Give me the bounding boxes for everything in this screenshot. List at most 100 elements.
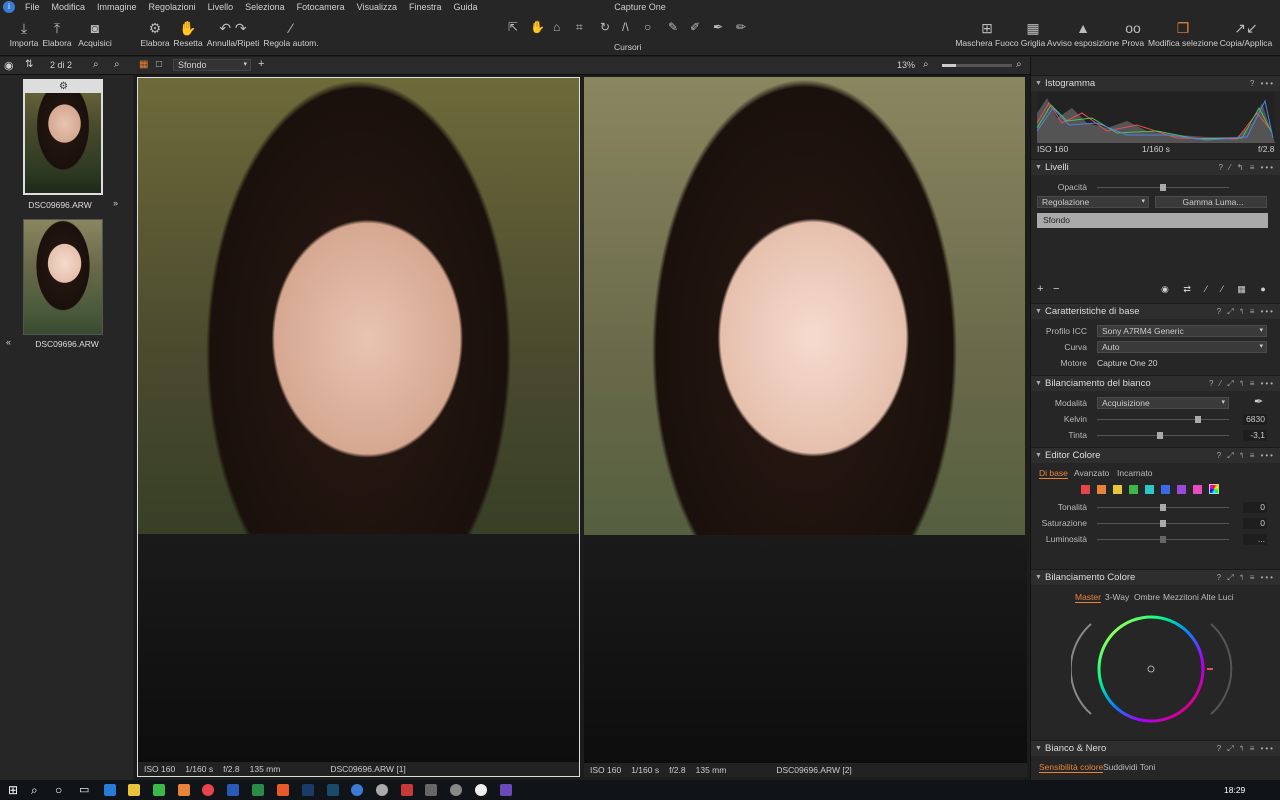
tab-3way[interactable]: 3-Way <box>1105 592 1129 602</box>
slider-knob[interactable] <box>1160 520 1166 527</box>
tab-color-sensitivity[interactable]: Sensibilità colore <box>1039 762 1104 773</box>
tab-midtones[interactable]: Mezzitoni <box>1163 592 1199 602</box>
add-layer-icon[interactable]: + <box>1037 283 1043 295</box>
menu-item-immagine[interactable]: Immagine <box>91 2 143 12</box>
tab-skin[interactable]: Incarnato <box>1117 468 1152 478</box>
add-icon[interactable]: + <box>258 58 264 70</box>
single-view-icon[interactable]: □ <box>156 59 162 70</box>
search-icon[interactable]: ⌕ <box>114 59 120 70</box>
panel-menu-icon[interactable]: ? ••• <box>1250 76 1275 92</box>
panel-menu-icon[interactable]: ? ⤢ ↰ ≡ ••• <box>1217 570 1275 586</box>
brush-cursor-icon[interactable]: ✎ <box>668 20 678 34</box>
tab-highlights[interactable]: Alte Luci <box>1201 592 1234 602</box>
panel-menu-icon[interactable]: ? ⤢ ↰ ≡ ••• <box>1217 741 1275 757</box>
adjustment-select[interactable]: Regolazione ▾ <box>1037 196 1149 208</box>
menu-item-regolazioni[interactable]: Regolazioni <box>143 2 202 12</box>
wb-mode-select[interactable]: Acquisizione ▾ <box>1097 397 1229 409</box>
loupe-cursor-icon[interactable]: ⌂ <box>553 20 560 34</box>
app-icon[interactable] <box>500 784 512 796</box>
saturation-slider[interactable] <box>1097 520 1229 527</box>
slider-knob[interactable] <box>1157 432 1163 439</box>
panel-menu-icon[interactable]: ? ⁄ ↰ ≡ ••• <box>1219 160 1275 176</box>
wb-picker-cursor-icon[interactable]: ✒ <box>713 20 723 34</box>
menu-item-guida[interactable]: Guida <box>448 2 484 12</box>
slider-knob[interactable] <box>1160 184 1166 191</box>
windows-start-icon[interactable]: ⊞ <box>8 783 18 797</box>
pencil-cursor-icon[interactable]: ✐ <box>690 20 700 34</box>
zoom-in-icon[interactable]: ⌕ <box>1016 59 1022 70</box>
tab-advanced[interactable]: Avanzato <box>1074 468 1109 478</box>
variant-select[interactable]: Sfondo ▾ <box>173 59 251 71</box>
black-white-header[interactable]: ▼ Bianco & Nero ? ⤢ ↰ ≡ ••• <box>1031 740 1280 756</box>
app-icon[interactable] <box>401 784 413 796</box>
app-icon[interactable] <box>475 784 487 796</box>
white-balance-header[interactable]: ▼ Bilanciamento del bianco ? ⁄ ⤢ ↰ ≡ ••• <box>1031 375 1280 391</box>
lightroom-icon[interactable] <box>327 784 339 796</box>
thumbnail-1[interactable]: ⚙ <box>23 79 103 195</box>
toolbar-button-copy-apply[interactable]: ↗↙ Copia/Applica <box>1208 18 1280 48</box>
app-icon[interactable] <box>450 784 462 796</box>
multi-view-icon[interactable]: ▦ <box>139 59 148 70</box>
hue-value[interactable]: 0 <box>1243 502 1267 513</box>
app-icon[interactable] <box>277 784 289 796</box>
app-icon[interactable] <box>376 784 388 796</box>
layers-header[interactable]: ▼ Livelli ? ⁄ ↰ ≡ ••• <box>1031 159 1280 175</box>
layer-row[interactable]: Sfondo <box>1037 213 1268 228</box>
rotate-cursor-icon[interactable]: ↻ <box>600 20 610 34</box>
kelvin-slider[interactable] <box>1097 416 1229 423</box>
remove-layer-icon[interactable]: − <box>1053 283 1059 295</box>
slider-knob[interactable] <box>1160 504 1166 511</box>
color-editor-header[interactable]: ▼ Editor Colore ? ⤢ ↰ ≡ ••• <box>1031 447 1280 463</box>
word-icon[interactable] <box>227 784 239 796</box>
menu-item-visualizza[interactable]: Visualizza <box>351 2 403 12</box>
color-swatch[interactable] <box>1113 485 1122 494</box>
viewer-image-1[interactable]: ISO 160 1/160 s f/2.8 135 mm DSC09696.AR… <box>137 77 580 777</box>
cortana-icon[interactable]: ○ <box>55 783 62 797</box>
basic-characteristics-header[interactable]: ▼ Caratteristiche di base ? ⤢ ↰ ≡ ••• <box>1031 303 1280 319</box>
color-swatch[interactable] <box>1081 485 1090 494</box>
zoom-slider[interactable] <box>942 64 1012 67</box>
app-icon[interactable] <box>425 784 437 796</box>
app-icon[interactable] <box>178 784 190 796</box>
explorer-icon[interactable] <box>128 784 140 796</box>
color-swatch[interactable] <box>1193 485 1202 494</box>
annotate-cursor-icon[interactable]: ✏ <box>736 20 746 34</box>
tint-slider[interactable] <box>1097 432 1229 439</box>
toolbar-button-wand[interactable]: ⁄ Regola autom. <box>261 18 321 48</box>
tab-basic[interactable]: Di base <box>1039 468 1068 479</box>
panel-menu-icon[interactable]: ? ⤢ ↰ ≡ ••• <box>1217 448 1275 464</box>
chrome-icon[interactable] <box>202 784 214 796</box>
keystone-cursor-icon[interactable]: /\ <box>622 20 629 34</box>
color-swatch[interactable] <box>1161 485 1170 494</box>
slider-knob[interactable] <box>1160 536 1166 543</box>
select-cursor-icon[interactable]: ⇱ <box>508 20 518 34</box>
gamma-luma-button[interactable]: Gamma Luma... <box>1155 196 1267 208</box>
slider-knob[interactable] <box>1195 416 1201 423</box>
panel-menu-icon[interactable]: ? ⁄ ⤢ ↰ ≡ ••• <box>1209 376 1275 392</box>
app-icon[interactable] <box>153 784 165 796</box>
tab-master[interactable]: Master <box>1075 592 1101 603</box>
menu-item-modifica[interactable]: Modifica <box>46 2 92 12</box>
tint-value[interactable]: -3,1 <box>1243 430 1267 441</box>
spot-cursor-icon[interactable]: ○ <box>644 20 651 34</box>
saturation-value[interactable]: 0 <box>1243 518 1267 529</box>
photoshop-icon[interactable] <box>302 784 314 796</box>
toolbar-button-camera[interactable]: ◙ Acquisici <box>65 18 125 48</box>
eyedropper-icon[interactable]: ✒ <box>1254 395 1263 408</box>
chevron-right-icon[interactable]: » <box>113 198 118 208</box>
task-view-icon[interactable]: ▭ <box>79 783 89 796</box>
icc-profile-select[interactable]: Sony A7RM4 Generic ▾ <box>1097 325 1267 337</box>
opacity-slider[interactable] <box>1097 184 1229 191</box>
eye-icon[interactable]: ◉ <box>4 59 14 72</box>
capture-one-icon[interactable] <box>351 784 363 796</box>
histogram-header[interactable]: ▼ Istogramma ? ••• <box>1031 75 1280 91</box>
color-swatch[interactable] <box>1145 485 1154 494</box>
hue-slider[interactable] <box>1097 504 1229 511</box>
sort-icon[interactable]: ⇅ <box>25 59 33 70</box>
crop-cursor-icon[interactable]: ⌗ <box>576 20 583 35</box>
tab-split-tones[interactable]: Suddividi Toni <box>1103 762 1155 772</box>
pan-cursor-icon[interactable]: ✋ <box>530 20 545 34</box>
kelvin-value[interactable]: 6830 <box>1243 414 1267 425</box>
color-wheel[interactable] <box>1071 609 1241 729</box>
layer-tools-icons[interactable]: ◉ ⇄ ⁄ ⁄ ▦ ● <box>1161 284 1272 295</box>
